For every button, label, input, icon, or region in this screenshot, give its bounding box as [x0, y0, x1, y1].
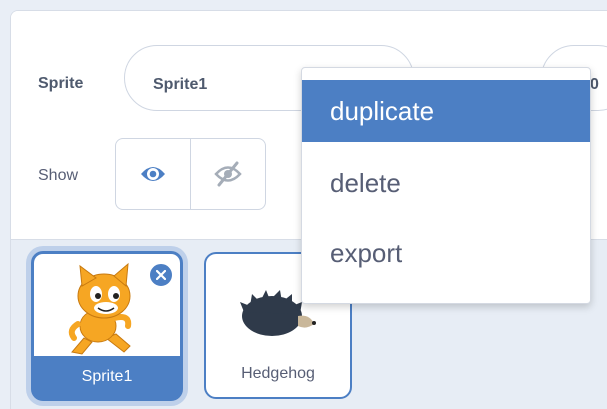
- sprite-label: Sprite: [38, 75, 84, 92]
- menu-item-delete[interactable]: delete: [302, 152, 590, 214]
- show-visible-button[interactable]: [115, 138, 191, 210]
- show-hidden-button[interactable]: [190, 138, 266, 210]
- delete-sprite-button[interactable]: [148, 262, 174, 288]
- eye-slash-icon: [214, 161, 242, 187]
- menu-item-duplicate[interactable]: duplicate: [302, 80, 590, 142]
- eye-icon: [141, 167, 165, 181]
- close-icon: [156, 270, 166, 280]
- sprite-tile-sprite1-label: Sprite1: [81, 368, 133, 385]
- sprite-name-value: Sprite1: [153, 76, 208, 93]
- show-label: Show: [38, 167, 79, 184]
- sprite-tile-hedgehog-label: Hedgehog: [241, 365, 315, 382]
- context-menu: duplicate delete export: [301, 67, 591, 304]
- x-position-value: 0: [590, 76, 599, 93]
- sprite-info-panel: Sprite Sprite1 0 Show Sprite1 Hedgehog d…: [10, 10, 607, 409]
- menu-item-export[interactable]: export: [302, 222, 590, 284]
